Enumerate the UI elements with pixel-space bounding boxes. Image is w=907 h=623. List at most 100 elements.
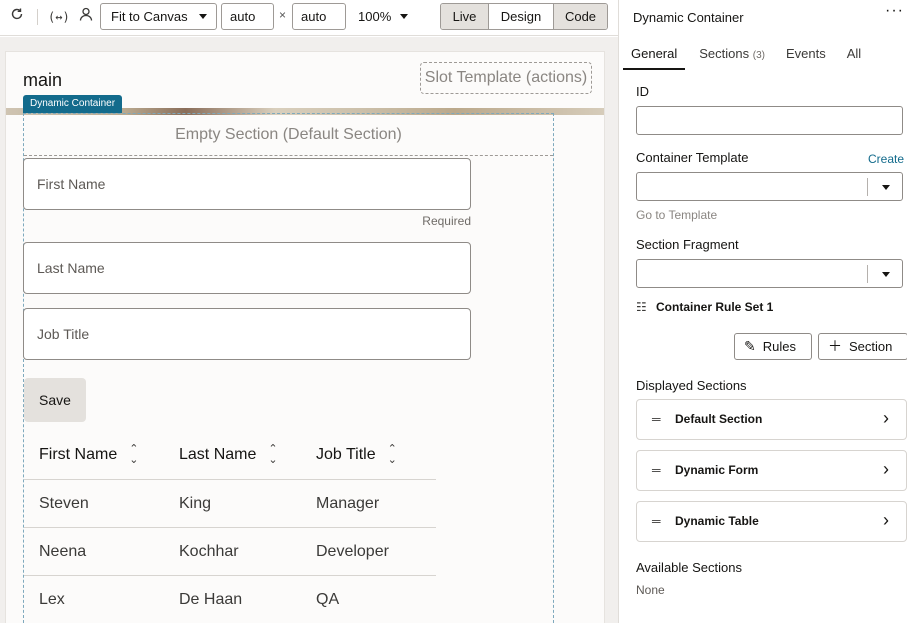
table-cell: Lex (39, 591, 65, 608)
job-title-placeholder: Job Title (37, 326, 90, 342)
section-name: Dynamic Table (675, 514, 759, 528)
section-item-default[interactable]: ═ Default Section › (636, 399, 907, 440)
first-name-field[interactable]: First Name (23, 158, 471, 210)
employees-table: First Name ⌃ ⌄ Last Name ⌃ ⌄ Job Title ⌃ ⌄ Ste… (24, 430, 436, 623)
user-icon[interactable] (76, 7, 96, 27)
toolbar-divider (37, 9, 38, 25)
displayed-sections-label: Displayed Sections (636, 378, 747, 393)
select-divider (867, 265, 868, 283)
rules-button[interactable]: ✎ Rules (734, 333, 812, 360)
drag-handle-icon[interactable]: ═ (652, 463, 661, 477)
section-button-label: Section (849, 339, 893, 354)
section-name: Default Section (675, 412, 763, 426)
chevron-right-icon[interactable]: › (883, 510, 889, 531)
more-options-icon[interactable]: ··· (885, 2, 904, 20)
go-to-template-link: Go to Template (636, 208, 718, 222)
section-fragment-label: Section Fragment (636, 237, 739, 252)
header-label: Job Title (316, 446, 376, 463)
variables-icon[interactable]: (↔) (48, 7, 70, 27)
available-sections-value: None (636, 583, 665, 597)
tab-events[interactable]: Events (786, 44, 826, 70)
properties-panel: Dynamic Container ··· General Sections (… (618, 0, 907, 623)
header-label: Last Name (179, 446, 257, 463)
empty-default-section[interactable]: Empty Section (Default Section) (24, 114, 553, 156)
tab-label: Sections (699, 46, 750, 61)
id-label: ID (636, 84, 649, 99)
id-input[interactable] (636, 106, 903, 135)
table-cell: Steven (39, 495, 89, 512)
plus-icon: ＋ (828, 338, 842, 354)
table-cell: Neena (39, 543, 87, 560)
table-cell: King (179, 495, 212, 512)
column-header-last-name[interactable]: Last Name ⌃ ⌄ (164, 430, 301, 479)
tab-label: General (631, 46, 678, 61)
tab-all[interactable]: All (847, 44, 861, 70)
view-mode-toggle: Live Design Code (440, 3, 608, 30)
dynamic-container-badge[interactable]: Dynamic Container (23, 95, 123, 113)
mode-design-button[interactable]: Design (488, 4, 553, 29)
sort-icon[interactable]: ⌃ ⌄ (268, 443, 277, 466)
slot-template-actions[interactable]: Slot Template (actions) (420, 62, 592, 94)
tab-label: Events (785, 46, 826, 61)
canvas-toolbar: (↔) Fit to Canvas × 100% Live Design Cod… (0, 0, 618, 36)
header-label: First Name (39, 446, 118, 463)
chevron-down-icon[interactable] (882, 185, 890, 190)
column-header-job-title[interactable]: Job Title ⌃ ⌄ (301, 430, 436, 479)
zoom-value: 100% (358, 9, 392, 24)
drag-handle-icon[interactable]: ═ (652, 412, 661, 426)
job-title-field[interactable]: Job Title (23, 308, 471, 360)
table-cell: Kochhar (179, 543, 239, 560)
tab-sections[interactable]: Sections (3) (699, 44, 765, 70)
tab-label: All (846, 46, 862, 61)
zoom-select[interactable]: 100% (350, 3, 418, 30)
times-symbol: × (279, 8, 287, 22)
panel-title: Dynamic Container (633, 10, 744, 25)
container-template-label: Container Template (636, 150, 749, 165)
chevron-down-icon[interactable] (882, 272, 890, 277)
table-row[interactable]: Steven King Manager (24, 480, 436, 528)
tab-general[interactable]: General (623, 44, 686, 70)
section-name: Dynamic Form (675, 463, 759, 477)
rules-button-label: Rules (762, 339, 796, 354)
save-button[interactable]: Save (24, 378, 86, 422)
rule-set-label: Container Rule Set 1 (656, 300, 774, 314)
canvas-height-input[interactable] (292, 3, 346, 30)
section-item-dynamic-table[interactable]: ═ Dynamic Table › (636, 501, 907, 542)
section-fragment-select[interactable] (636, 259, 903, 288)
container-rule-set[interactable]: ☷ Container Rule Set 1 (636, 300, 773, 314)
required-hint: Required (422, 214, 471, 228)
panel-tabs: General Sections (3) Events All (623, 44, 882, 70)
table-cell: Manager (316, 495, 380, 512)
page-title: main (23, 70, 63, 90)
add-section-button[interactable]: ＋ Section (818, 333, 907, 360)
chevron-down-icon (400, 14, 408, 19)
table-row[interactable]: Neena Kochhar Developer (24, 528, 436, 576)
refresh-icon[interactable] (7, 7, 27, 27)
last-name-field[interactable]: Last Name (23, 242, 471, 294)
chevron-right-icon[interactable]: › (883, 459, 889, 480)
fit-to-canvas-select[interactable]: Fit to Canvas (100, 3, 217, 30)
column-header-first-name[interactable]: First Name ⌃ ⌄ (24, 430, 164, 479)
page-preview: main Slot Template (actions) Dynamic Con… (6, 52, 604, 623)
container-template-select[interactable] (636, 172, 903, 201)
rule-set-icon: ☷ (636, 300, 647, 314)
mode-live-button[interactable]: Live (441, 4, 488, 29)
mode-code-button[interactable]: Code (553, 4, 607, 29)
pencil-icon: ✎ (744, 338, 756, 354)
table-cell: Developer (316, 543, 389, 560)
chevron-right-icon[interactable]: › (883, 408, 889, 429)
select-divider (867, 178, 868, 196)
section-item-dynamic-form[interactable]: ═ Dynamic Form › (636, 450, 907, 491)
drag-handle-icon[interactable]: ═ (652, 514, 661, 528)
fit-select-value: Fit to Canvas (111, 9, 188, 24)
table-row[interactable]: Lex De Haan QA (24, 576, 436, 623)
canvas-width-input[interactable] (221, 3, 274, 30)
create-link[interactable]: Create (868, 152, 904, 166)
available-sections-label: Available Sections (636, 560, 742, 575)
tab-count: (3) (752, 50, 765, 61)
sort-icon[interactable]: ⌃ ⌄ (388, 443, 397, 466)
sort-icon[interactable]: ⌃ ⌄ (129, 443, 138, 466)
table-cell: De Haan (179, 591, 243, 608)
chevron-down-icon (199, 14, 207, 19)
table-cell: QA (316, 591, 340, 608)
